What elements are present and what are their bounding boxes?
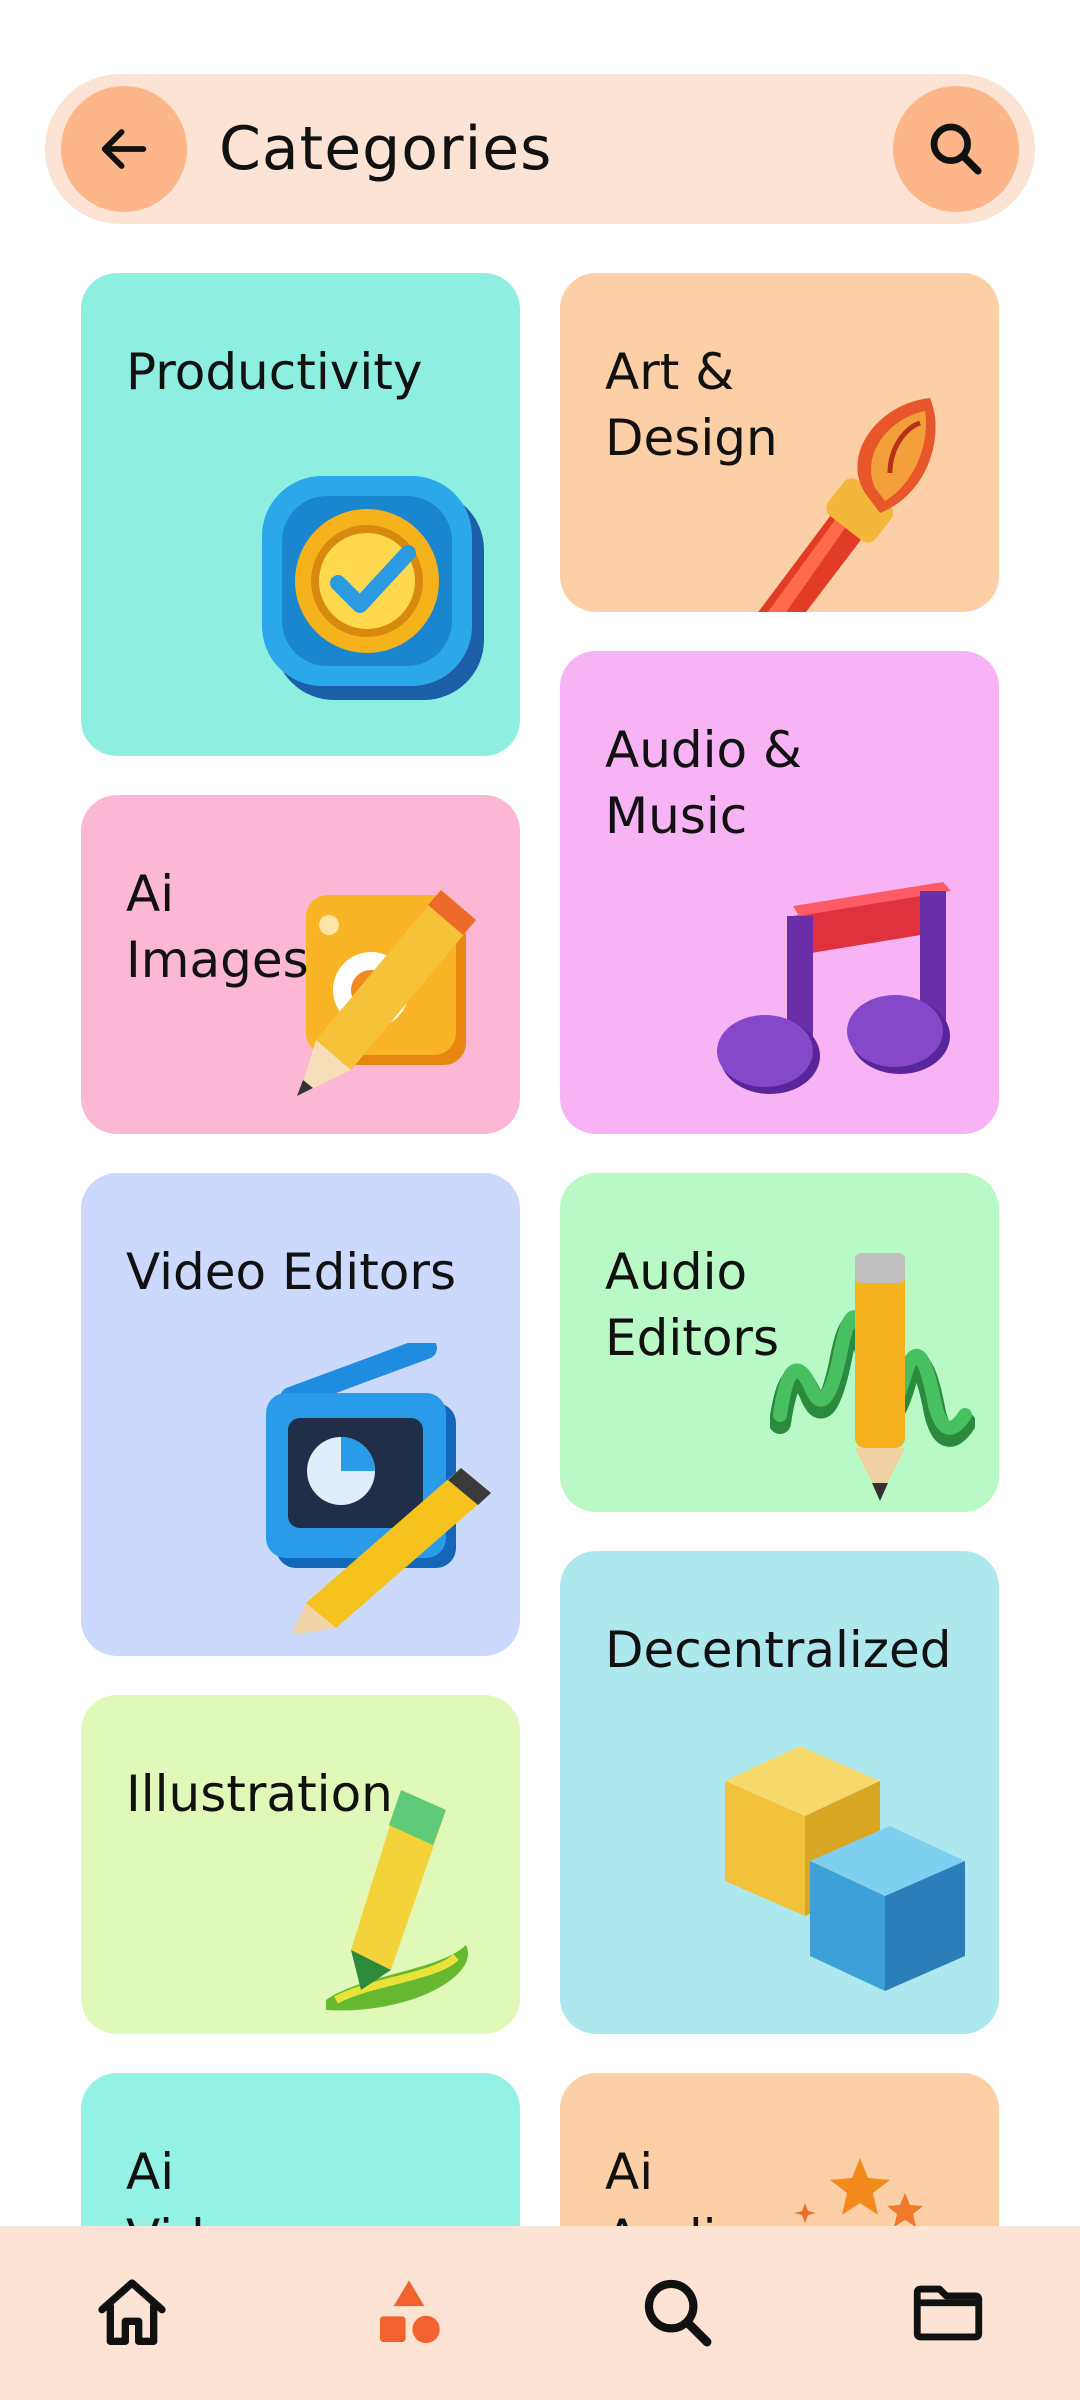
search-icon [644, 2279, 712, 2347]
nav-categories[interactable] [361, 2265, 457, 2361]
search-button[interactable] [893, 86, 1019, 212]
arrow-left-icon [101, 129, 147, 169]
category-label: Illustration [126, 1765, 393, 1823]
cubes-icon [725, 1746, 965, 1991]
category-card-ai-images[interactable]: Ai Images [81, 795, 520, 1134]
category-label: Audio Editors [605, 1243, 780, 1367]
category-card-decentralized[interactable]: Decentralized [560, 1551, 999, 2034]
category-card-video-editors[interactable]: Video Editors [81, 1173, 520, 1656]
folder-icon [913, 2285, 983, 2341]
category-label: Art & Design [605, 343, 778, 467]
checkmark-clock-icon [262, 476, 484, 700]
category-label: Ai Images [126, 865, 309, 989]
page-title: Categories [219, 114, 553, 184]
bottom-navigation [0, 2226, 1080, 2400]
music-note-icon [717, 882, 951, 1094]
search-icon [930, 123, 982, 175]
shapes-icon [379, 2280, 440, 2344]
video-edit-icon [266, 1343, 491, 1633]
nav-search[interactable] [630, 2265, 726, 2361]
category-card-audio-music[interactable]: Audio & Music [560, 651, 999, 1134]
category-card-audio-editors[interactable]: Audio Editors [560, 1173, 999, 1512]
category-card-illustration[interactable]: Illustration [81, 1695, 520, 2034]
home-icon [98, 2279, 166, 2345]
nav-home[interactable] [84, 2265, 180, 2361]
category-label: Productivity [126, 343, 423, 401]
category-card-art-design[interactable]: Art & Design [560, 273, 999, 612]
category-label: Video Editors [126, 1243, 457, 1301]
nav-files[interactable] [900, 2265, 996, 2361]
top-app-bar: Categories [45, 74, 1035, 224]
back-button[interactable] [61, 86, 187, 212]
category-label: Decentralized [605, 1621, 952, 1679]
category-card-productivity[interactable]: Productivity [81, 273, 520, 756]
category-label: Audio & Music [605, 721, 802, 845]
